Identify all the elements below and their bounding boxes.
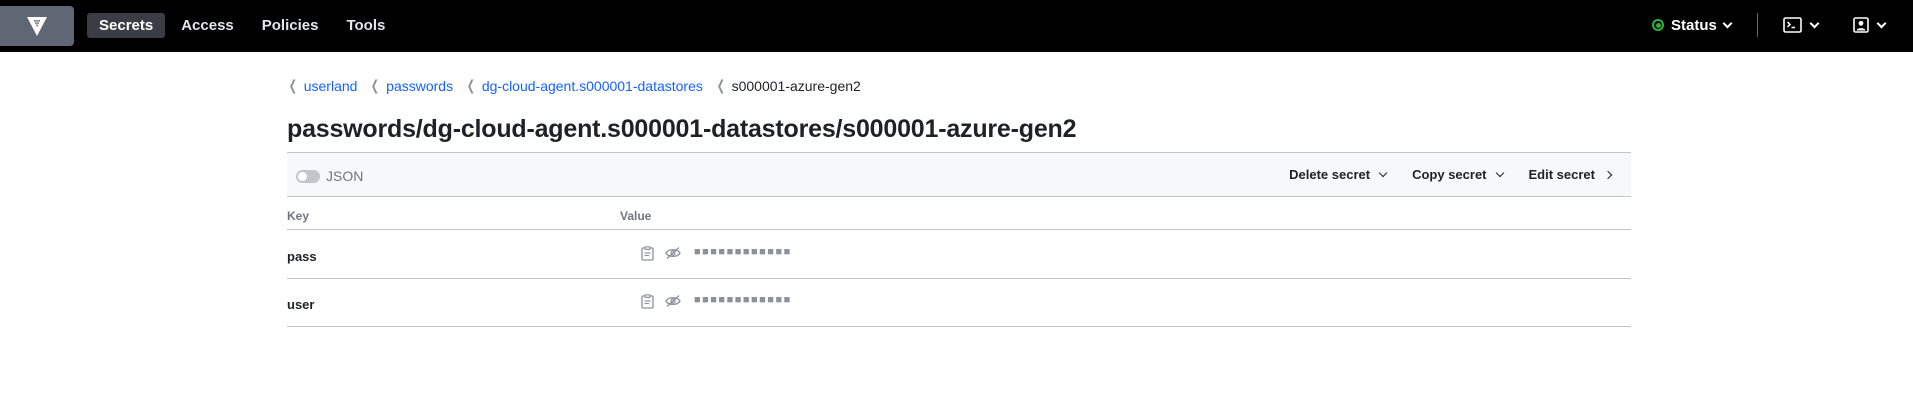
delete-secret-label: Delete secret <box>1289 167 1371 182</box>
chevron-down-icon <box>1722 18 1733 28</box>
clipboard-icon <box>640 245 654 261</box>
reveal-value-button[interactable] <box>665 293 681 309</box>
table-header: Key Value <box>287 206 1631 230</box>
clipboard-icon <box>640 293 654 309</box>
copy-secret-button[interactable]: Copy secret <box>1412 167 1504 182</box>
secret-toolbar: JSON Delete secret Copy secret Edit secr… <box>287 152 1631 197</box>
breadcrumb: ❮ userland ❮ passwords ❮ dg-cloud-agent.… <box>287 77 873 94</box>
status-label: Status <box>1671 16 1717 34</box>
column-header-key: Key <box>287 209 310 223</box>
toolbar-actions: Delete secret Copy secret Edit secret <box>1289 167 1613 182</box>
copy-value-button[interactable] <box>639 293 655 309</box>
copy-value-button[interactable] <box>639 245 655 261</box>
breadcrumb-item: ❮ dg-cloud-agent.s000001-datastores <box>465 77 703 94</box>
row-actions <box>639 293 681 309</box>
breadcrumb-item: ❮ userland <box>287 77 358 94</box>
vault-logo-icon[interactable] <box>0 6 74 46</box>
chevron-left-icon: ❮ <box>466 77 476 93</box>
user-menu-button[interactable] <box>1853 14 1887 36</box>
chevron-down-icon <box>1876 18 1887 28</box>
nav-secrets[interactable]: Secrets <box>87 13 166 38</box>
nav-policies[interactable]: Policies <box>250 13 331 38</box>
edit-secret-label: Edit secret <box>1528 167 1595 182</box>
reveal-value-button[interactable] <box>665 245 681 261</box>
json-toggle-label: JSON <box>326 168 364 184</box>
breadcrumb-item: ❮ passwords <box>369 77 453 94</box>
row-actions <box>639 245 681 261</box>
breadcrumb-link-userland[interactable]: userland <box>304 78 358 94</box>
console-menu-button[interactable] <box>1783 14 1820 36</box>
terminal-icon <box>1783 17 1802 33</box>
page-title: passwords/dg-cloud-agent.s000001-datasto… <box>287 115 1077 143</box>
breadcrumb-link-datastores[interactable]: dg-cloud-agent.s000001-datastores <box>482 78 703 94</box>
chevron-left-icon: ❮ <box>288 77 297 93</box>
nav-divider <box>1757 13 1758 37</box>
delete-secret-button[interactable]: Delete secret <box>1289 167 1388 182</box>
copy-secret-label: Copy secret <box>1412 167 1487 182</box>
eye-off-icon <box>665 247 681 259</box>
chevron-down-icon <box>1495 168 1504 177</box>
masked-value: ■■■■■■■■■■■■ <box>694 246 792 258</box>
chevron-down-icon <box>1378 168 1388 177</box>
chevron-down-icon <box>1809 18 1820 28</box>
eye-off-icon <box>665 295 681 307</box>
chevron-left-icon: ❮ <box>371 77 380 93</box>
column-header-value: Value <box>620 209 652 223</box>
masked-value: ■■■■■■■■■■■■ <box>694 294 792 306</box>
secret-key: pass <box>287 249 317 264</box>
edit-secret-button[interactable]: Edit secret <box>1528 167 1613 182</box>
user-icon <box>1853 17 1869 33</box>
breadcrumb-link-passwords[interactable]: passwords <box>386 78 453 94</box>
table-row: user ■■■■■■■■■■■■ <box>287 279 1631 327</box>
status-menu[interactable]: Status <box>1652 14 1733 36</box>
table-row: pass ■■■■■■■■■■■■ <box>287 231 1631 279</box>
nav-access[interactable]: Access <box>169 13 246 38</box>
breadcrumb-item: ❮ s000001-azure-gen2 <box>715 77 861 94</box>
nav-tools[interactable]: Tools <box>334 13 397 38</box>
secret-key: user <box>287 297 315 312</box>
main-nav: Secrets Access Policies Tools <box>87 13 397 38</box>
toggle-switch[interactable] <box>296 169 320 183</box>
status-ok-icon <box>1652 19 1664 31</box>
breadcrumb-current: s000001-azure-gen2 <box>731 77 861 94</box>
chevron-right-icon <box>1603 170 1613 179</box>
chevron-left-icon: ❮ <box>716 77 725 93</box>
top-navbar: Secrets Access Policies Tools Status <box>0 0 1913 52</box>
json-toggle[interactable]: JSON <box>296 168 363 184</box>
